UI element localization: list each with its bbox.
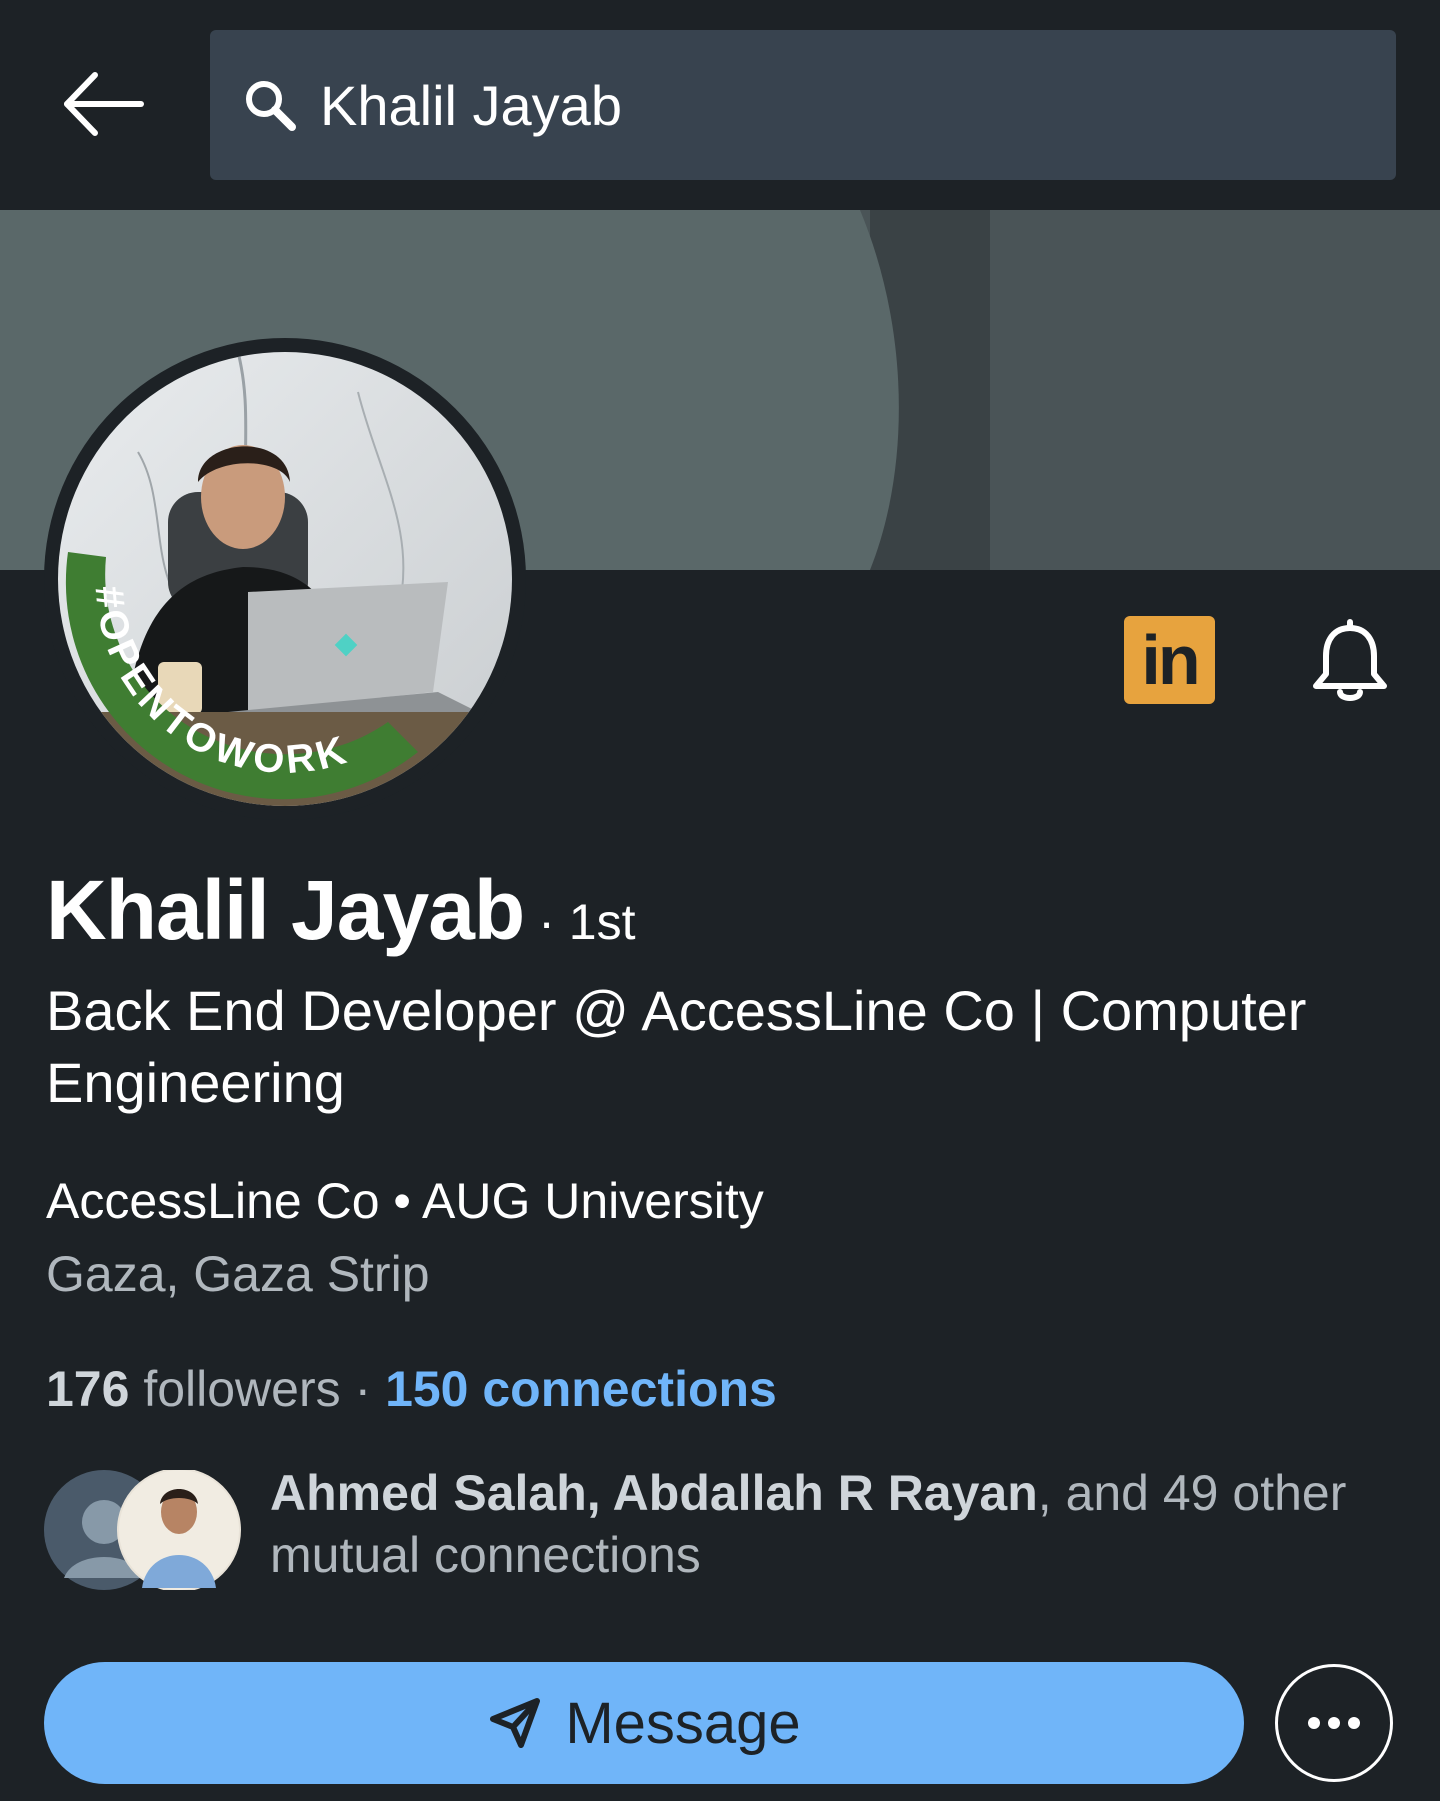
profile-company-line[interactable]: AccessLine Co • AUG University — [46, 1172, 764, 1230]
arrow-left-icon — [64, 72, 144, 136]
mutual-avatars[interactable] — [44, 1468, 244, 1592]
mutual-connections-text[interactable]: Ahmed Salah, Abdallah R Rayan, and 49 ot… — [270, 1462, 1410, 1586]
top-bar — [0, 0, 1440, 210]
name-row: Khalil Jayab · 1st — [46, 862, 635, 959]
search-icon — [246, 81, 296, 131]
followers-count: 176 — [46, 1361, 130, 1417]
profile-location: Gaza, Gaza Strip — [46, 1246, 430, 1302]
bell-icon — [1313, 619, 1387, 701]
search-input[interactable] — [318, 71, 1322, 139]
mutual-avatar-stack — [44, 1468, 241, 1592]
profile-stats: 176 followers · 150 connections — [46, 1360, 777, 1418]
message-button[interactable]: Message — [44, 1662, 1244, 1784]
stats-separator: · — [340, 1361, 386, 1417]
search-bar[interactable] — [210, 30, 1396, 180]
notify-button[interactable] — [1306, 618, 1394, 706]
mutual-names: Ahmed Salah, Abdallah R Rayan — [270, 1465, 1038, 1521]
connections-link[interactable]: 150 connections — [385, 1361, 777, 1417]
more-button[interactable] — [1275, 1664, 1393, 1782]
message-label: Message — [565, 1690, 801, 1756]
connection-degree: · 1st — [538, 894, 636, 950]
profile-avatar[interactable]: #OPENTOWORK — [58, 352, 512, 806]
linkedin-premium-badge[interactable]: in — [1124, 616, 1215, 704]
more-horizontal-icon — [1308, 1717, 1360, 1729]
back-button[interactable] — [56, 62, 150, 146]
paper-plane-icon — [490, 1698, 541, 1748]
profile-headline: Back End Developer @ AccessLine Co | Com… — [46, 979, 1307, 1114]
followers-label: followers — [129, 1361, 341, 1417]
profile-photo: #OPENTOWORK — [58, 352, 512, 806]
profile-name: Khalil Jayab — [46, 863, 525, 957]
